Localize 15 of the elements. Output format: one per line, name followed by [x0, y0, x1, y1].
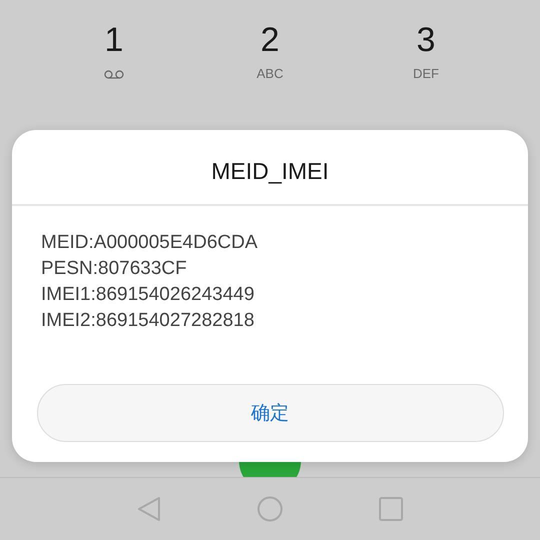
key-letters: ABC	[256, 66, 284, 81]
confirm-button[interactable]: 确定	[36, 384, 504, 442]
recents-icon[interactable]	[379, 497, 403, 521]
key-digit[interactable]: 2	[260, 20, 280, 60]
info-line: MEID:A000005E4D6CDA	[41, 231, 258, 255]
dialog-title: MEID_IMEI	[12, 130, 528, 206]
voicemail-icon	[104, 70, 124, 79]
key-letters: DEF	[413, 66, 439, 81]
home-icon[interactable]	[257, 496, 283, 522]
key-digit[interactable]: 1	[104, 20, 124, 60]
key-digit[interactable]: 3	[416, 20, 436, 60]
info-line: PESN:807633CF	[41, 257, 188, 281]
back-icon[interactable]	[137, 496, 161, 522]
info-line: IMEI2:869154027282818	[41, 309, 256, 333]
info-line: IMEI1:869154026243449	[41, 283, 256, 307]
